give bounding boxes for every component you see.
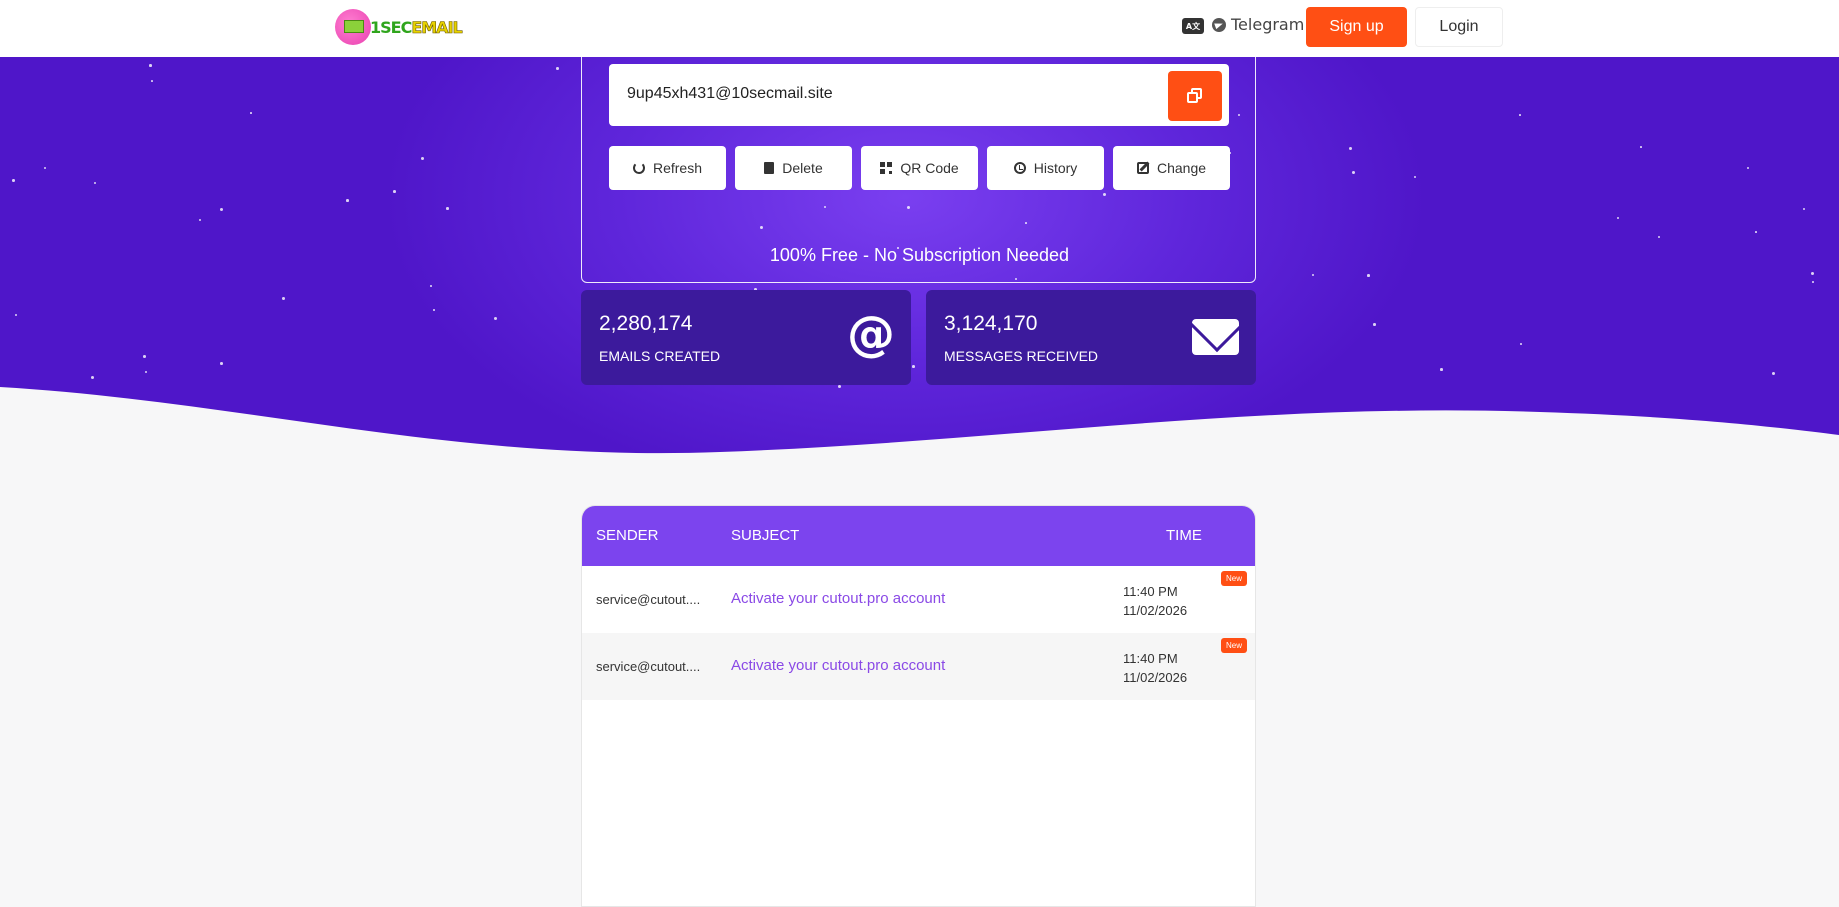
refresh-icon	[632, 162, 645, 174]
stat-label: MESSAGES RECEIVED	[944, 348, 1099, 364]
new-badge: New	[1221, 571, 1248, 586]
change-button[interactable]: Change	[1113, 146, 1230, 190]
table-row[interactable]: service@cutout.... Activate your cutout.…	[582, 633, 1255, 700]
copy-button[interactable]	[1168, 71, 1222, 121]
logo-text: 1SECEMAIL	[370, 17, 463, 37]
action-toolbar: Refresh Delete QR Code History Change	[609, 146, 1230, 190]
subject-link[interactable]: Activate your cutout.pro account	[731, 590, 945, 607]
site-logo[interactable]: 1SECEMAIL	[335, 9, 463, 45]
telegram-link[interactable]: Telegram	[1212, 15, 1304, 34]
delete-button[interactable]: Delete	[735, 146, 852, 190]
refresh-button[interactable]: Refresh	[609, 146, 726, 190]
table-row[interactable]: service@cutout.... Activate your cutout.…	[582, 566, 1255, 633]
stat-emails-created: 2,280,174 EMAILS CREATED @	[581, 290, 911, 385]
history-icon	[1013, 162, 1026, 174]
sender-cell: service@cutout....	[596, 592, 701, 607]
translate-icon[interactable]: A文	[1182, 18, 1204, 34]
tagline: 100% Free - No Subscription Needed	[769, 245, 1070, 265]
telegram-icon	[1212, 17, 1226, 32]
stat-label: EMAILS CREATED	[599, 348, 721, 364]
at-icon: @	[847, 306, 895, 362]
top-navbar: 1SECEMAIL A文 Telegram Sign up Login	[0, 0, 1839, 57]
history-button[interactable]: History	[987, 146, 1104, 190]
hero-section: 9up45xh431@10secmail.site Refresh Delete…	[0, 57, 1839, 467]
stat-messages-received: 3,124,170 MESSAGES RECEIVED	[926, 290, 1256, 385]
subject-link[interactable]: Activate your cutout.pro account	[731, 657, 945, 674]
time-cell: 11:40 PM 11/02/2026	[1123, 584, 1188, 618]
email-address-field[interactable]: 9up45xh431@10secmail.site	[609, 64, 1229, 126]
column-subject: SUBJECT	[731, 527, 800, 544]
edit-icon	[1136, 162, 1149, 174]
login-button[interactable]: Login	[1415, 7, 1503, 47]
time-cell: 11:40 PM 11/02/2026	[1123, 651, 1188, 685]
sender-cell: service@cutout....	[596, 659, 701, 674]
column-time: TIME	[1166, 527, 1202, 544]
column-sender: SENDER	[596, 527, 659, 544]
qr-code-icon	[880, 162, 893, 174]
new-badge: New	[1221, 638, 1248, 653]
inbox-header: SENDER SUBJECT TIME	[582, 506, 1255, 566]
telegram-label: Telegram	[1231, 15, 1305, 34]
trash-icon	[764, 162, 775, 174]
qr-code-button[interactable]: QR Code	[861, 146, 978, 190]
inbox-table: SENDER SUBJECT TIME service@cutout.... A…	[581, 505, 1256, 907]
stat-value: 3,124,170	[944, 312, 1038, 335]
stat-value: 2,280,174	[599, 312, 693, 335]
logo-mark	[335, 9, 371, 45]
email-address[interactable]: 9up45xh431@10secmail.site	[627, 85, 833, 103]
signup-button[interactable]: Sign up	[1306, 7, 1407, 47]
envelope-icon	[1192, 319, 1239, 355]
